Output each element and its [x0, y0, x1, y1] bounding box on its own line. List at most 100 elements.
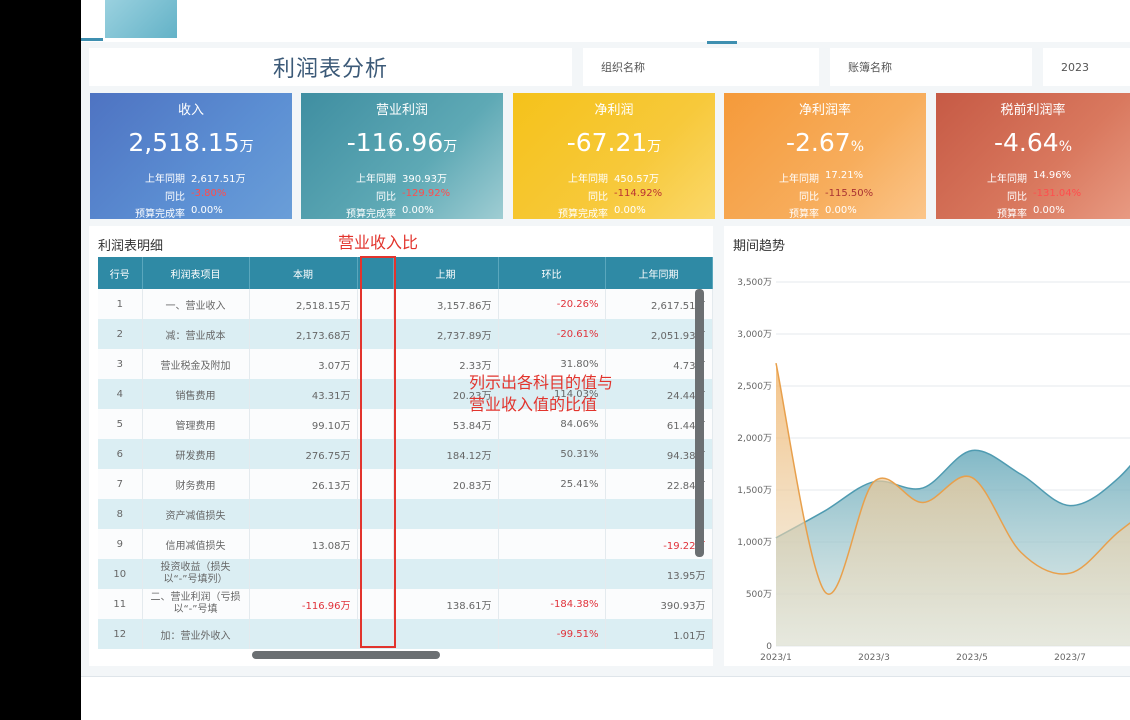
annotation-line: 营业收入值的比值	[469, 395, 598, 414]
table-cell: 1	[98, 289, 143, 319]
table-cell: 一、营业收入	[142, 289, 250, 319]
table-cell: 2,173.68万	[249, 319, 358, 349]
table-row[interactable]: 2 减：营业成本 2,173.68万 2,737.89万 -20.61% 2,051.93…	[98, 319, 713, 349]
table-row[interactable]: 3 营业税金及附加 3.07万 2.33万 31.80% 4.73万	[98, 349, 713, 379]
kpi-name: 收入	[177, 103, 204, 118]
kpi-label: 上年同期	[568, 174, 608, 185]
app-screen: 利润表分析 组织名称 账簿名称 2023 收入 2,518.15万 上年同期 2,…	[81, 0, 1130, 720]
x-tick-label: 2023/7	[1054, 653, 1086, 663]
kpi-sub-value: 0.00%	[191, 205, 223, 216]
x-tick-label: 2023/1	[760, 653, 792, 663]
table-cell: 3	[98, 349, 143, 379]
kpi-sub-value: 14.96%	[1033, 170, 1072, 181]
kpi-card-revenue[interactable]: 收入 2,518.15万 上年同期 2,617.51万 同比 -3.80% 预算完成…	[90, 93, 292, 219]
kpi-label: 预算完成率	[135, 209, 185, 219]
kpi-value: -4.64%	[994, 128, 1072, 157]
annotation-title: 营业收入比	[338, 233, 419, 252]
kpi-value: -2.67%	[786, 128, 864, 157]
y-tick-label: 1,000万	[737, 538, 772, 548]
kpi-sub-value: 0.00%	[825, 205, 857, 216]
table-cell: 销售费用	[142, 379, 250, 409]
table-row[interactable]: 12 加：营业外收入 -99.51% 1.01万	[98, 619, 713, 649]
col-header[interactable]: 上年同期	[605, 257, 713, 289]
table-cell	[498, 529, 606, 559]
table-row[interactable]: 6 研发费用 276.75万 184.12万 50.31% 94.38万	[98, 439, 713, 469]
table-row[interactable]: 5 管理费用 99.10万 53.84万 84.06% 61.44万	[98, 409, 713, 439]
kpi-label: 同比	[1007, 192, 1027, 203]
table-vertical-scrollbar[interactable]	[695, 289, 704, 557]
kpi-label: 同比	[588, 192, 608, 203]
table-cell: 2,518.15万	[249, 289, 358, 319]
kpi-name: 净利润	[594, 103, 634, 118]
table-cell: 研发费用	[142, 439, 250, 469]
table-cell: 13.95万	[605, 559, 713, 589]
year-select[interactable]: 2023	[1043, 48, 1130, 86]
table-cell	[249, 619, 358, 649]
book-select[interactable]: 账簿名称	[830, 48, 1032, 86]
table-row[interactable]: 9 信用减值损失 13.08万 -19.22万	[98, 529, 713, 559]
x-tick-label: 2023/3	[858, 653, 890, 663]
kpi-card-pretax-margin[interactable]: 税前利润率 -4.64% 上年同期 14.96% 同比 -131.04% 预算率 0.…	[936, 93, 1130, 219]
table-cell: 2	[98, 319, 143, 349]
x-tick-label: 2023/5	[956, 653, 988, 663]
table-row[interactable]: 4 销售费用 43.31万 20.23万 114.03% 24.44万	[98, 379, 713, 409]
table-cell: 26.13万	[249, 469, 358, 499]
col-header[interactable]: 行号	[98, 257, 143, 289]
table-row[interactable]: 7 财务费用 26.13万 20.83万 25.41% 22.84万	[98, 469, 713, 499]
col-header[interactable]: 本期	[249, 257, 358, 289]
table-cell: 184.12万	[393, 439, 499, 469]
kpi-sub-value: -3.80%	[191, 188, 227, 199]
table-cell: 2,737.89万	[393, 319, 499, 349]
table-cell: 6	[98, 439, 143, 469]
page-title-bar: 利润表分析	[89, 48, 572, 86]
table-cell	[393, 499, 499, 529]
table-cell	[393, 529, 499, 559]
kpi-card-operating-profit[interactable]: 营业利润 -116.96万 上年同期 390.93万 同比 -129.92% 预算完…	[301, 93, 503, 219]
table-row[interactable]: 1 一、营业收入 2,518.15万 3,157.86万 -20.26% 2,617.51…	[98, 289, 713, 319]
col-header[interactable]: 上期	[393, 257, 499, 289]
kpi-card-net-profit[interactable]: 净利润 -67.21万 上年同期 450.57万 同比 -114.92% 预算完成率…	[513, 93, 715, 219]
table-cell: 信用减值损失	[142, 529, 250, 559]
col-header[interactable]: 利润表项目	[142, 257, 250, 289]
kpi-sub-value: -115.50%	[825, 188, 874, 199]
table-cell	[498, 499, 606, 529]
kpi-name: 税前利润率	[1000, 103, 1066, 118]
table-row[interactable]: 10 投资收益（损失以“-”号填列） 13.95万	[98, 559, 713, 589]
table-horizontal-scrollbar[interactable]	[252, 651, 440, 659]
table-cell: 99.10万	[249, 409, 358, 439]
kpi-label: 上年同期	[987, 174, 1027, 185]
kpi-value: -67.21万	[566, 128, 662, 157]
kpi-sub-value: 17.21%	[825, 170, 864, 181]
table-cell: 7	[98, 469, 143, 499]
logo-thumbnail	[105, 0, 177, 38]
kpi-card-net-margin[interactable]: 净利润率 -2.67% 上年同期 17.21% 同比 -115.50% 预算率 0.0…	[724, 93, 926, 219]
col-header[interactable]: 环比	[498, 257, 606, 289]
table-row[interactable]: 11 二、营业利润（亏损以“-”号填 -116.96万 138.61万 -184.38%…	[98, 589, 713, 619]
y-tick-label: 500万	[746, 590, 772, 600]
table-cell: 43.31万	[249, 379, 358, 409]
table-cell: 50.31%	[498, 439, 606, 469]
kpi-sub-value: 390.93万	[402, 174, 447, 185]
trend-title: 期间趋势	[733, 239, 786, 254]
table-cell: -184.38%	[498, 589, 606, 619]
annotation-text: 列示出各科目的值与 营业收入值的比值	[469, 372, 613, 416]
kpi-label: 预算率	[997, 209, 1027, 219]
table-cell: 资产减值损失	[142, 499, 250, 529]
kpi-sub-value: 2,617.51万	[191, 174, 246, 185]
org-select[interactable]: 组织名称	[583, 48, 819, 86]
kpi-label: 同比	[376, 192, 396, 203]
table-cell: 营业税金及附加	[142, 349, 250, 379]
tab-indicator-2	[707, 41, 737, 44]
book-select-label: 账簿名称	[848, 61, 892, 74]
kpi-label: 上年同期	[356, 174, 396, 185]
table-cell: 12	[98, 619, 143, 649]
table-cell	[393, 619, 499, 649]
table-cell: 投资收益（损失以“-”号填列）	[142, 559, 250, 589]
y-tick-label: 3,000万	[737, 330, 772, 340]
table-cell: 4	[98, 379, 143, 409]
table-row[interactable]: 8 资产减值损失	[98, 499, 713, 529]
y-tick-label: 0	[766, 642, 772, 652]
top-strip	[81, 0, 1130, 44]
y-tick-label: 2,000万	[737, 434, 772, 444]
year-select-value: 2023	[1061, 60, 1089, 74]
